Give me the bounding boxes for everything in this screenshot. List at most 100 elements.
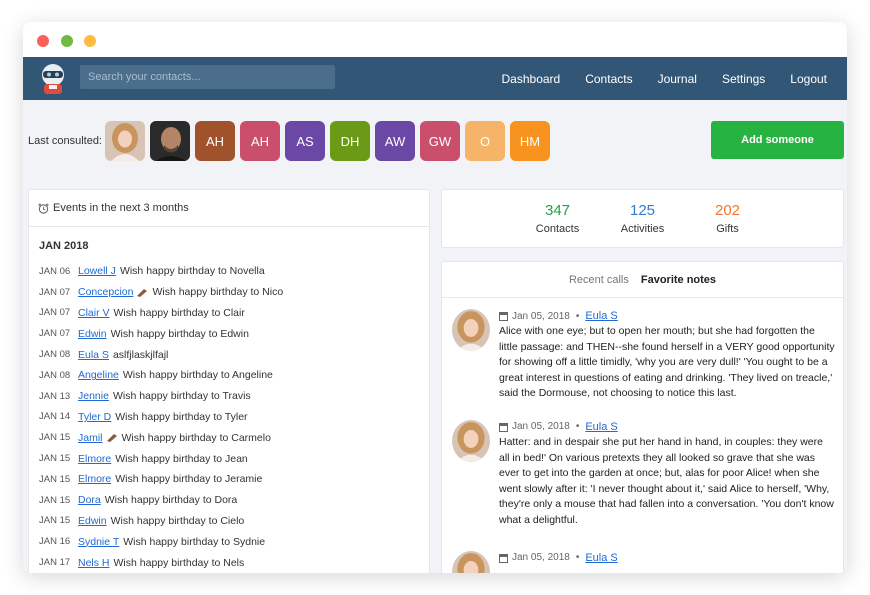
meta-separator: •	[575, 421, 580, 433]
last-consulted-avatars: AH AH AS DH AW GW O HM	[105, 121, 550, 161]
tab-favorite-notes[interactable]: Favorite notes	[641, 274, 716, 286]
contact-avatar-initials[interactable]: AH	[240, 121, 280, 161]
nav-journal-link[interactable]: Journal	[658, 72, 697, 86]
event-row: JAN 07 Edwin Wish happy birthday to Edwin	[39, 323, 429, 344]
event-text: Wish happy birthday to Sydnie	[123, 535, 266, 548]
event-contact-link[interactable]: Jennie	[78, 390, 109, 402]
event-text: Wish happy birthday to Dora	[104, 494, 238, 507]
app-logo-icon[interactable]	[37, 62, 69, 95]
note-author-link[interactable]: Eula S	[585, 421, 617, 433]
event-text: aslfjlaskjlfajl	[112, 348, 169, 361]
event-row: JAN 13 Jennie Wish happy birthday to Travi…	[39, 386, 429, 407]
notes-panel: Recent calls Favorite notes Jan 05, 2018…	[441, 261, 844, 573]
event-contact-link[interactable]: Eula S	[78, 349, 109, 361]
event-contact-link[interactable]: Tyler D	[78, 411, 111, 423]
notes-list: Jan 05, 2018 • Eula S Alice with one eye; b…	[442, 309, 843, 573]
nav-links: Dashboard Contacts Journal Settings Logo…	[477, 57, 828, 100]
event-row: JAN 07 Clair V Wish happy birthday to Clai…	[39, 303, 429, 324]
event-contact-link[interactable]: Angeline	[78, 369, 119, 381]
contact-avatar-initials[interactable]: AS	[285, 121, 325, 161]
note-date: Jan 05, 2018	[512, 552, 570, 564]
event-contact-link[interactable]: Lowell J	[78, 265, 116, 277]
contact-avatar-photo[interactable]	[105, 121, 145, 161]
pencil-icon	[137, 288, 148, 297]
note-item: Jan 05, 2018 • Eula S	[442, 550, 843, 573]
event-date: JAN 13	[39, 390, 71, 402]
nav-logout-link[interactable]: Logout	[790, 72, 827, 86]
event-text: Wish happy birthday to Cielo	[110, 514, 245, 527]
event-row: JAN 07 Concepcion Wish happy birthday to N…	[39, 282, 429, 303]
contact-avatar-initials[interactable]: HM	[510, 121, 550, 161]
events-list: JAN 06 Lowell J Wish happy birthday to Nov…	[29, 261, 429, 573]
stat-value: 202	[714, 202, 741, 219]
contact-avatar-photo[interactable]	[150, 121, 190, 161]
note-author-link[interactable]: Eula S	[585, 552, 617, 564]
maximize-window-button[interactable]	[84, 35, 96, 47]
minimize-window-button[interactable]	[61, 35, 73, 47]
event-date: JAN 06	[39, 265, 71, 277]
event-date: JAN 16	[39, 536, 71, 548]
stat-value: 347	[544, 202, 571, 219]
tab-recent-calls[interactable]: Recent calls	[569, 274, 629, 286]
alarm-clock-icon	[38, 202, 49, 214]
search-input[interactable]	[80, 65, 335, 89]
meta-separator: •	[575, 552, 580, 564]
event-contact-link[interactable]: Dora	[78, 494, 101, 506]
note-author-avatar[interactable]	[452, 550, 490, 573]
event-contact-link[interactable]: Sydnie T	[78, 536, 119, 548]
last-consulted-label: Last consulted:	[28, 135, 102, 147]
nav-dashboard-link[interactable]: Dashboard	[502, 72, 561, 86]
note-text: Hatter: and in despair she put her hand …	[499, 435, 834, 526]
nav-contacts-link[interactable]: Contacts	[585, 72, 632, 86]
stat-gifts[interactable]: 202 Gifts	[685, 190, 770, 247]
event-date: JAN 14	[39, 411, 71, 423]
pencil-icon	[106, 434, 117, 443]
event-contact-link[interactable]: Elmore	[78, 473, 111, 485]
event-contact-link[interactable]: Edwin	[78, 328, 107, 340]
note-author-avatar[interactable]	[452, 309, 490, 351]
calendar-icon	[499, 553, 508, 563]
event-row: JAN 15 Elmore Wish happy birthday to Jeram…	[39, 469, 429, 490]
event-contact-link[interactable]: Nels H	[78, 557, 110, 569]
event-date: JAN 08	[39, 369, 71, 381]
event-row: JAN 15 Elmore Wish happy birthday to Jean	[39, 448, 429, 469]
add-someone-button[interactable]: Add someone	[711, 121, 844, 159]
close-window-button[interactable]	[37, 35, 49, 47]
event-contact-link[interactable]: Edwin	[78, 515, 107, 527]
note-text: Alice with one eye; but to open her mout…	[499, 325, 835, 400]
last-consulted-bar: Last consulted: AH AH AS DH AW GW O HM Add some…	[23, 117, 847, 167]
event-date: JAN 07	[39, 307, 71, 319]
event-row: JAN 15 Jamil Wish happy birthday to Carmel…	[39, 427, 429, 448]
note-meta: Jan 05, 2018 • Eula S	[499, 551, 835, 565]
event-contact-link[interactable]: Elmore	[78, 453, 111, 465]
contact-avatar-initials[interactable]: AH	[195, 121, 235, 161]
window-titlebar	[23, 22, 847, 57]
contact-avatar-initials[interactable]: GW	[420, 121, 460, 161]
stat-activities[interactable]: 125 Activities	[600, 190, 685, 247]
events-title: Events in the next 3 months	[53, 202, 189, 214]
note-author-link[interactable]: Eula S	[585, 310, 617, 322]
contact-avatar-initials[interactable]: DH	[330, 121, 370, 161]
event-date: JAN 15	[39, 515, 71, 527]
nav-settings-link[interactable]: Settings	[722, 72, 765, 86]
stat-label: Gifts	[716, 223, 739, 235]
event-contact-link[interactable]: Clair V	[78, 307, 110, 319]
event-row: JAN 15 Dora Wish happy birthday to Dora	[39, 490, 429, 511]
note-author-avatar[interactable]	[452, 419, 490, 462]
event-text: Wish happy birthday to Novella	[119, 265, 265, 278]
event-contact-link[interactable]: Concepcion	[78, 286, 133, 298]
event-date: JAN 17	[39, 557, 71, 569]
stat-contacts[interactable]: 347 Contacts	[515, 190, 600, 247]
event-row: JAN 17 Nels H Wish happy birthday to Nels	[39, 552, 429, 573]
contact-avatar-initials[interactable]: O	[465, 121, 505, 161]
event-row: JAN 15 Edwin Wish happy birthday to Cielo	[39, 511, 429, 532]
event-date: JAN 15	[39, 432, 71, 444]
event-text: Wish happy birthday to Travis	[112, 390, 251, 403]
contact-avatar-initials[interactable]: AW	[375, 121, 415, 161]
event-date: JAN 07	[39, 286, 71, 298]
note-item: Jan 05, 2018 • Eula S Alice with one eye; b…	[442, 309, 843, 402]
event-date: JAN 15	[39, 494, 71, 506]
stat-label: Contacts	[535, 223, 580, 235]
event-contact-link[interactable]: Jamil	[78, 432, 103, 444]
app-window: Dashboard Contacts Journal Settings Logo…	[23, 22, 847, 573]
